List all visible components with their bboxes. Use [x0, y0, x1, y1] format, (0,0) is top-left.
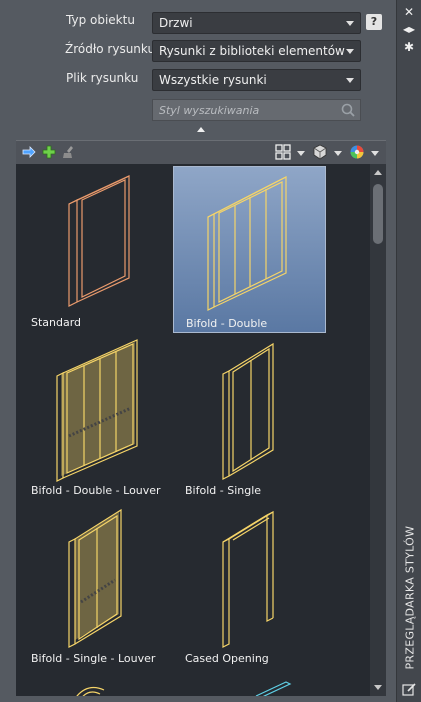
help-icon[interactable]: ?: [366, 14, 382, 30]
palette-title-text: PRZEGLĄDARKA STYLÓW: [403, 525, 417, 670]
object-type-value: Drzwi: [159, 16, 193, 30]
color-wheel-icon[interactable]: [349, 144, 365, 160]
drawing-source-label: Źródło rysunku: [65, 42, 156, 56]
view-grid-icon[interactable]: [275, 144, 291, 160]
style-label: Bifold - Double - Louver: [31, 484, 161, 497]
partial-door-icon: [255, 681, 292, 696]
style-tile-cased-opening[interactable]: Cased Opening: [173, 502, 326, 669]
chevron-down-icon[interactable]: [297, 151, 305, 156]
chevron-down-icon: [346, 49, 354, 54]
style-label: Cased Opening: [185, 652, 269, 665]
style-label: Standard: [31, 316, 82, 329]
style-label: Bifold - Single: [185, 484, 262, 497]
search-input[interactable]: Styl wyszukiwania: [152, 99, 361, 121]
drawing-file-dropdown[interactable]: Wszystkie rysunki: [152, 69, 361, 91]
autohide-icon[interactable]: ◂▸: [400, 22, 418, 36]
palette-title: PRZEGLĄDARKA STYLÓW: [397, 525, 421, 670]
scroll-down-icon[interactable]: [374, 685, 382, 690]
gear-icon[interactable]: ✱: [400, 40, 418, 54]
gallery-scrollbar[interactable]: [370, 164, 386, 696]
style-browser-panel: Typ obiektu Drzwi ? Źródło rysunku Rysun…: [0, 0, 396, 702]
chevron-down-icon[interactable]: [371, 151, 379, 156]
style-tile-bifold-double[interactable]: Bifold - Double: [173, 166, 326, 333]
door-standard-icon: [68, 175, 130, 307]
add-icon[interactable]: [41, 144, 57, 160]
purge-icon[interactable]: [61, 144, 77, 160]
door-bifold-double-icon: [207, 176, 287, 311]
door-cased-opening-icon: [222, 510, 274, 648]
close-icon[interactable]: ✕: [400, 5, 418, 19]
object-type-dropdown[interactable]: Drzwi: [152, 12, 361, 34]
display-mode-icon[interactable]: [312, 144, 328, 160]
gallery-toolbar: [16, 140, 386, 164]
drawing-file-label: Plik rysunku: [66, 71, 139, 85]
style-tile-standard[interactable]: Standard: [19, 166, 172, 333]
scrollbar-thumb[interactable]: [373, 184, 383, 244]
object-type-label: Typ obiektu: [66, 13, 135, 27]
collapse-filters-icon[interactable]: [197, 127, 205, 132]
style-tile-bifold-double-louver[interactable]: Bifold - Double - Louver: [19, 334, 172, 501]
scroll-up-icon[interactable]: [374, 170, 382, 175]
search-placeholder: Styl wyszukiwania: [159, 104, 260, 117]
partial-door-icon: [76, 687, 105, 696]
chevron-down-icon[interactable]: [334, 151, 342, 156]
drawing-source-value: Rysunki z biblioteki elementów: [159, 44, 345, 58]
chevron-down-icon: [346, 78, 354, 83]
style-tile-bifold-single-louver[interactable]: Bifold - Single - Louver: [19, 502, 172, 669]
style-label: Bifold - Single - Louver: [31, 652, 156, 665]
style-tile-bifold-single[interactable]: Bifold - Single: [173, 334, 326, 501]
style-label: Bifold - Double: [186, 317, 268, 330]
drawing-file-value: Wszystkie rysunki: [159, 73, 267, 87]
drawing-source-dropdown[interactable]: Rysunki z biblioteki elementów: [152, 40, 361, 62]
chevron-down-icon: [346, 21, 354, 26]
edit-icon[interactable]: [402, 682, 416, 696]
door-bifold-single-louver-icon: [68, 508, 122, 648]
door-bifold-single-icon: [222, 342, 274, 480]
search-icon: [341, 103, 355, 117]
arrow-right-icon[interactable]: [21, 144, 37, 160]
style-gallery: Standard Bifold - Double Bifold - Double…: [16, 164, 386, 696]
door-bifold-double-louver-icon: [56, 339, 138, 482]
palette-title-bar: ✕ ◂▸ ✱ PRZEGLĄDARKA STYLÓW: [396, 0, 421, 702]
